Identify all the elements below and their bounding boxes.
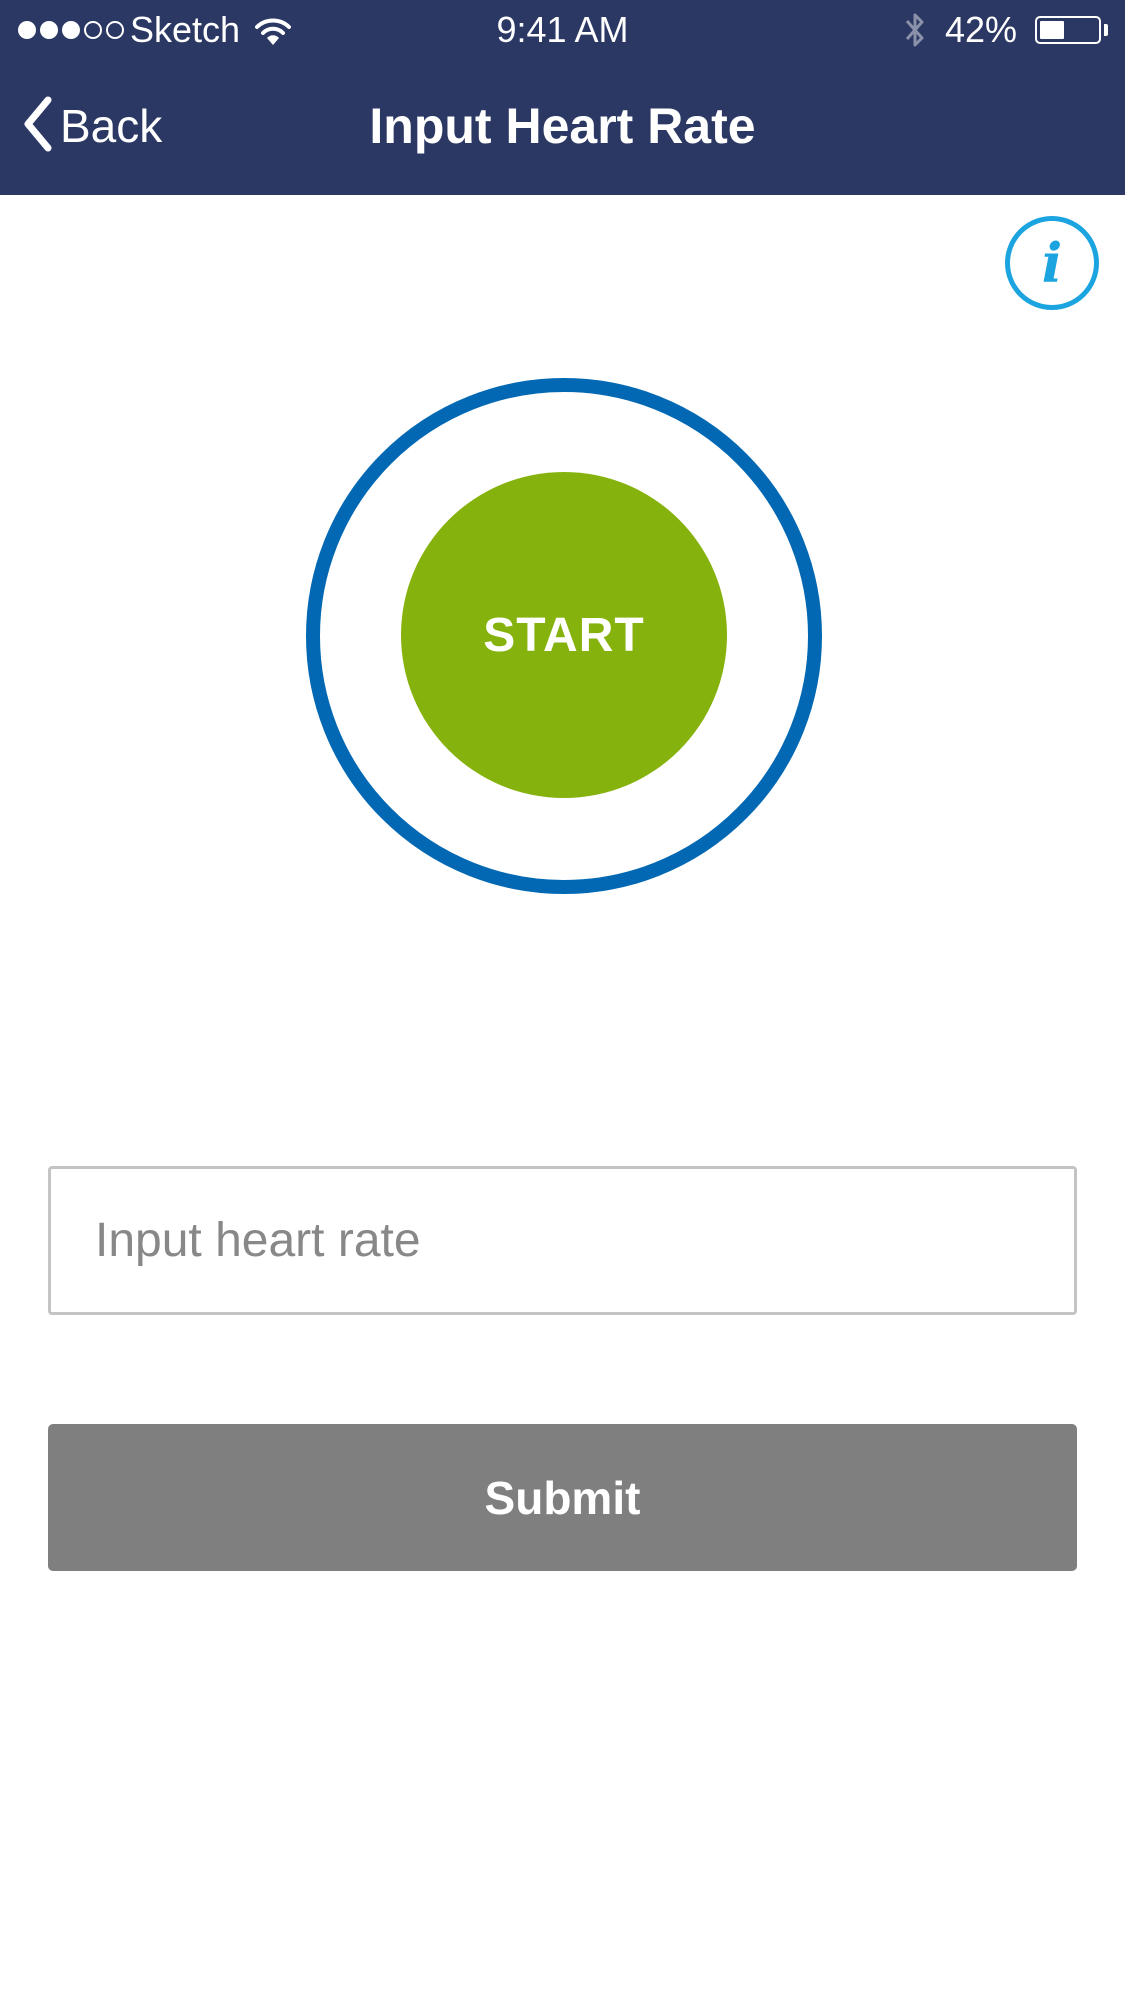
battery-icon [1035,16,1101,44]
heart-rate-input[interactable] [48,1166,1077,1315]
info-icon[interactable]: i [1005,216,1099,310]
nav-header: Sketch 9:41 AM 42% Back Input Heart Rate [0,0,1125,195]
bluetooth-icon [902,10,928,59]
battery-tip [1104,24,1108,36]
status-bar: Sketch 9:41 AM 42% [0,0,1125,60]
start-button[interactable]: START [401,472,727,798]
battery-percent: 42% [945,9,1018,50]
battery-level [1040,21,1064,39]
page-title: Input Heart Rate [369,98,756,154]
submit-button[interactable]: Submit [48,1424,1077,1571]
